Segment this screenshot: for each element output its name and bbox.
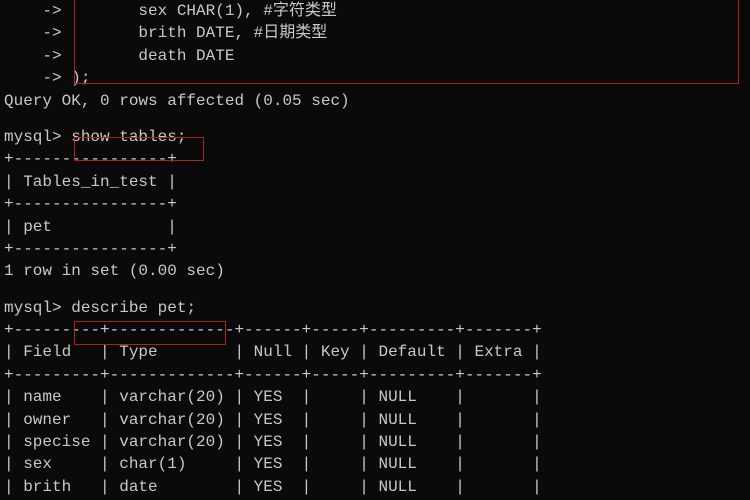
table-header: | Tables_in_test | <box>4 171 746 193</box>
table-border: +----------------+ <box>4 193 746 215</box>
row-count: 1 row in set (0.00 sec) <box>4 260 746 282</box>
prompt-arrow: -> <box>4 2 62 20</box>
table-row: | pet | <box>4 216 746 238</box>
table-row: | owner | varchar(20) | YES | | NULL | | <box>4 409 746 431</box>
mysql-prompt: mysql> <box>4 128 62 146</box>
command-line[interactable]: mysql> describe pet; <box>4 297 746 319</box>
highlight-box-create <box>74 0 739 84</box>
terminal-output: -> sex CHAR(1), #字符类型 -> brith DATE, #日期… <box>4 0 746 498</box>
table-border: +----------------+ <box>4 238 746 260</box>
prompt-arrow: -> <box>4 24 62 42</box>
prompt-arrow: -> <box>4 47 62 65</box>
table-row: | specise | varchar(20) | YES | | NULL |… <box>4 431 746 453</box>
table-row: | sex | char(1) | YES | | NULL | | <box>4 453 746 475</box>
sql-command: describe pet; <box>71 299 196 317</box>
table-row: | name | varchar(20) | YES | | NULL | | <box>4 386 746 408</box>
prompt-arrow: -> <box>4 69 62 87</box>
highlight-box-show-tables <box>74 137 204 161</box>
table-row: | brith | date | YES | | NULL | | <box>4 476 746 498</box>
highlight-box-describe <box>74 321 226 345</box>
query-result: Query OK, 0 rows affected (0.05 sec) <box>4 90 746 112</box>
table-border: +---------+-------------+------+-----+--… <box>4 364 746 386</box>
mysql-prompt: mysql> <box>4 299 62 317</box>
